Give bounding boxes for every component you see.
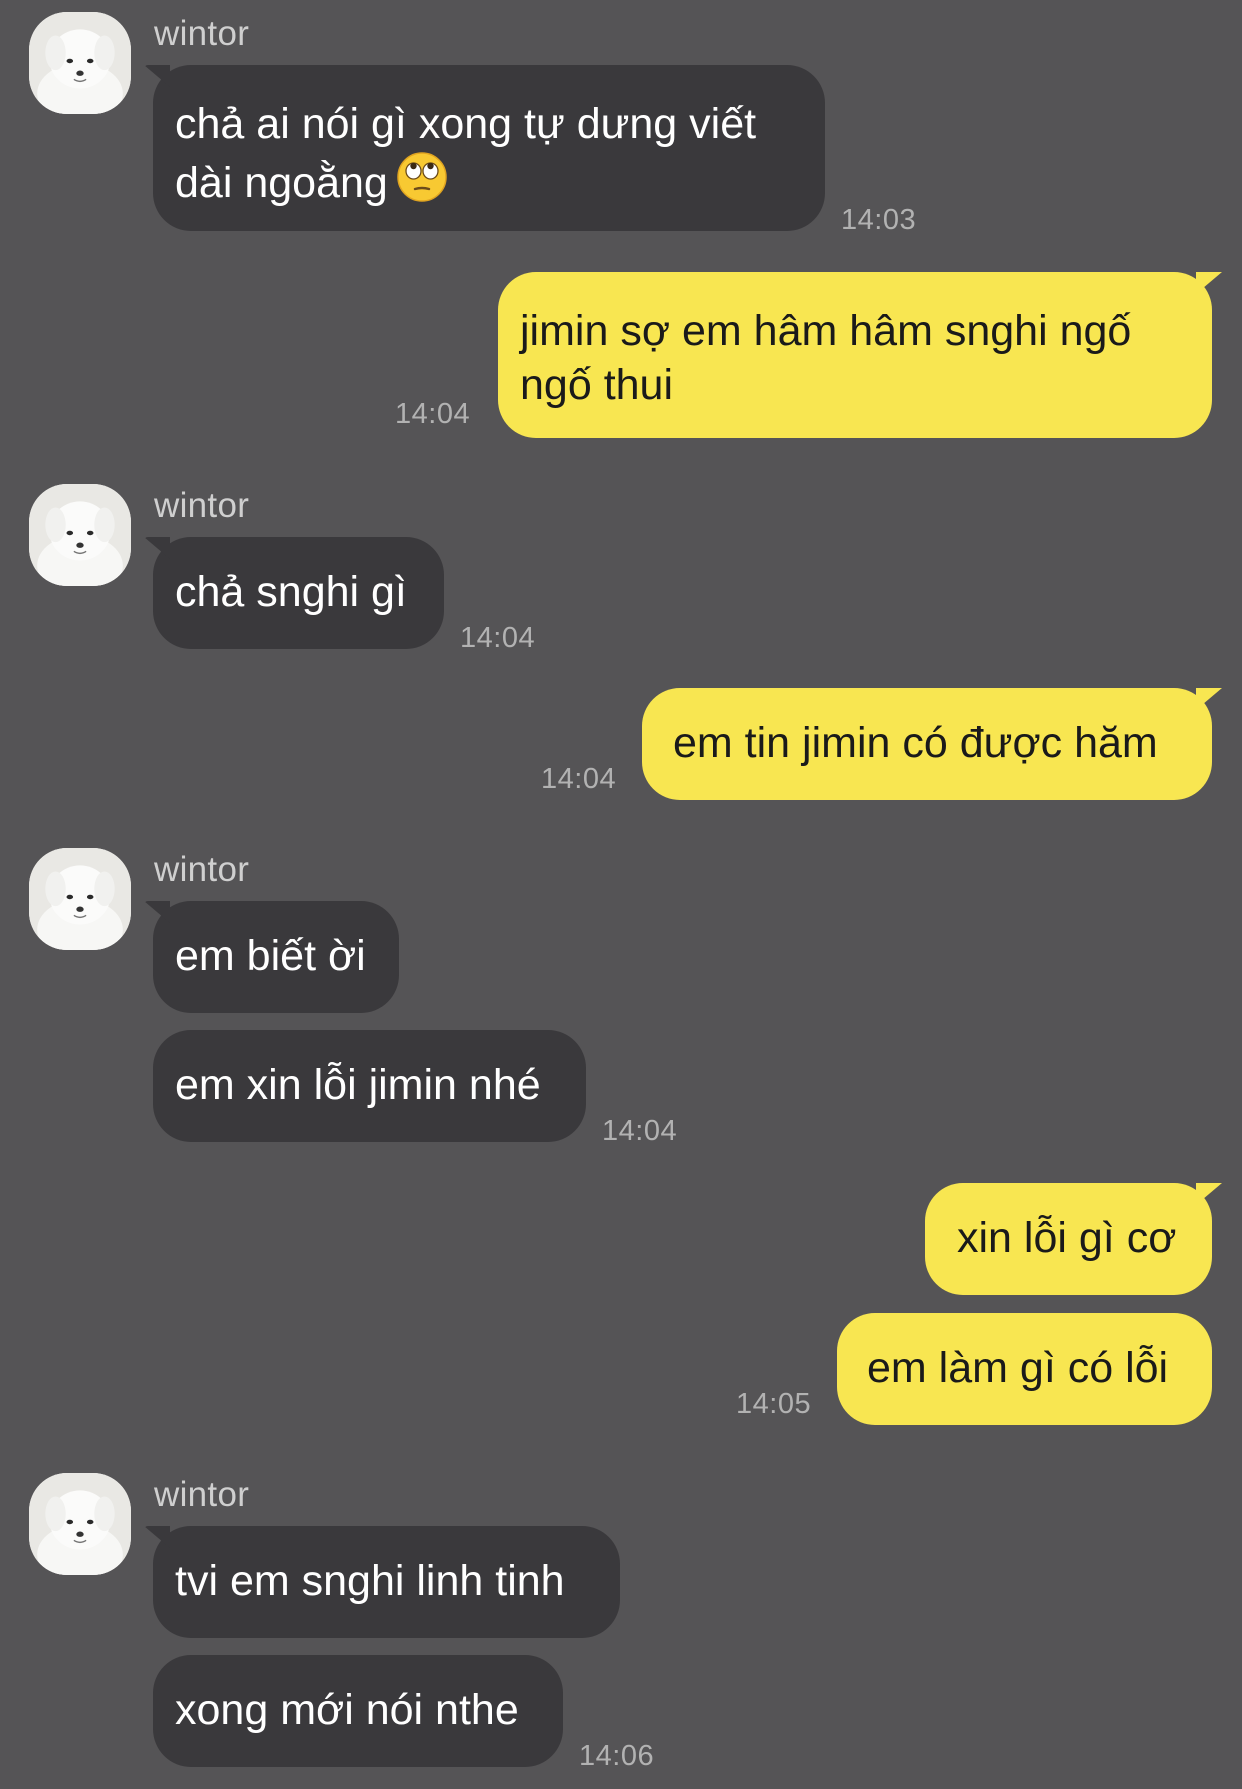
message-bubble[interactable]: em xin lỗi jimin nhé [153, 1030, 586, 1142]
sender-name: wintor [154, 1475, 250, 1514]
avatar[interactable] [29, 848, 131, 950]
message-timestamp: 14:04 [541, 763, 617, 795]
message-timestamp: 14:04 [602, 1115, 678, 1147]
avatar[interactable] [29, 484, 131, 586]
face-with-rolling-eyes-icon [396, 151, 448, 216]
sender-name: wintor [154, 486, 250, 525]
message-bubble[interactable]: em làm gì có lỗi [837, 1313, 1212, 1425]
message-text: em biết ời [175, 932, 366, 980]
message-text: em làm gì có lỗi [867, 1344, 1169, 1392]
message-bubble[interactable]: jimin sợ em hâm hâm snghi ngố ngố thui [498, 272, 1212, 438]
message-bubble[interactable]: em tin jimin có được hăm [642, 688, 1212, 800]
message-text-line: dài ngoằng [175, 151, 803, 216]
message-bubble[interactable]: chả ai nói gì xong tự dưng viết dài ngoằ… [153, 65, 825, 231]
message-text: chả snghi gì [175, 568, 407, 616]
message-text: xong mới nói nthe [175, 1686, 519, 1734]
white-dog-avatar-icon [29, 1473, 131, 1575]
white-dog-avatar-icon [29, 484, 131, 586]
message-bubble[interactable]: em biết ời [153, 901, 399, 1013]
avatar[interactable] [29, 1473, 131, 1575]
message-text: em tin jimin có được hăm [673, 719, 1158, 767]
message-text: tvi em snghi linh tinh [175, 1557, 565, 1605]
white-dog-avatar-icon [29, 12, 131, 114]
message-timestamp: 14:05 [736, 1388, 812, 1420]
message-bubble[interactable]: chả snghi gì [153, 537, 444, 649]
message-timestamp: 14:06 [579, 1740, 655, 1772]
message-text-line: jimin sợ em hâm hâm snghi ngố [520, 307, 1132, 355]
white-dog-avatar-icon [29, 848, 131, 950]
sender-name: wintor [154, 14, 250, 53]
message-bubble[interactable]: tvi em snghi linh tinh [153, 1526, 620, 1638]
message-text-line: ngố thui [520, 361, 674, 409]
message-bubble[interactable]: xong mới nói nthe [153, 1655, 563, 1767]
message-timestamp: 14:03 [841, 204, 917, 236]
sender-name: wintor [154, 850, 250, 889]
message-timestamp: 14:04 [395, 398, 471, 430]
message-bubble[interactable]: xin lỗi gì cơ [925, 1183, 1212, 1295]
message-text: xin lỗi gì cơ [957, 1214, 1177, 1262]
avatar[interactable] [29, 12, 131, 114]
message-text-line: chả ai nói gì xong tự dưng viết [175, 100, 757, 148]
message-text: em xin lỗi jimin nhé [175, 1061, 541, 1109]
message-timestamp: 14:04 [460, 622, 536, 654]
